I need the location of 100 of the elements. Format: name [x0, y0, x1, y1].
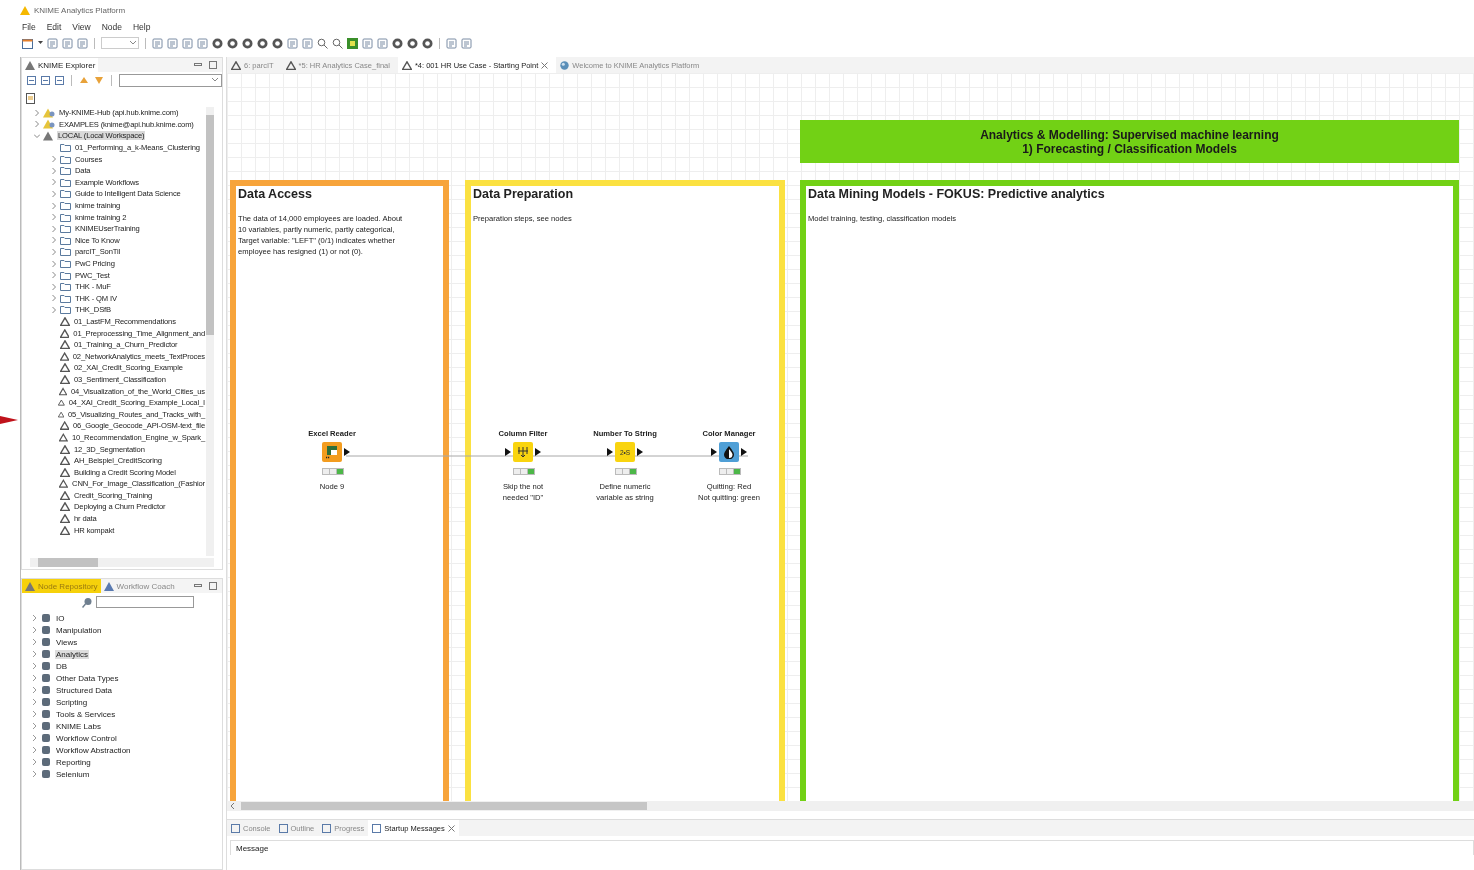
- output-port-icon: [535, 448, 541, 456]
- execute-icon[interactable]: [272, 37, 283, 49]
- folder-icon: [60, 247, 71, 257]
- scroll-left-icon[interactable]: [230, 803, 235, 809]
- category-item[interactable]: Manipulation: [55, 625, 103, 635]
- toolbar-icon[interactable]: [62, 37, 73, 49]
- explorer-tab[interactable]: KNIME Explorer: [22, 58, 99, 72]
- folder-icon: [60, 143, 71, 153]
- minimize-icon[interactable]: [194, 583, 202, 589]
- close-icon[interactable]: [447, 824, 455, 832]
- folder-icon: [60, 270, 71, 280]
- folder-icon: [60, 177, 71, 187]
- zoom-dropdown[interactable]: [101, 37, 139, 49]
- folder-icon: [60, 201, 71, 211]
- category-item[interactable]: Reporting: [55, 757, 92, 767]
- workflow-icon: [60, 317, 70, 326]
- close-icon[interactable]: [541, 61, 549, 69]
- folder-icon: [60, 282, 71, 292]
- panel-tab[interactable]: Workflow Coach: [100, 579, 178, 593]
- tree-toggle-icon[interactable]: [41, 75, 50, 85]
- category-item[interactable]: IO: [55, 613, 66, 623]
- category-item[interactable]: Workflow Abstraction: [55, 745, 132, 755]
- toolbar-icon[interactable]: [446, 37, 457, 49]
- execute-icon[interactable]: [422, 37, 433, 49]
- search-field[interactable]: [96, 596, 194, 608]
- output-port-icon: [344, 448, 350, 456]
- execute-icon[interactable]: [392, 37, 403, 49]
- maximize-icon[interactable]: [209, 582, 217, 590]
- workflow-icon: [401, 60, 412, 70]
- scrollbar-thumb[interactable]: [38, 558, 98, 567]
- caret-icon[interactable]: [38, 41, 43, 45]
- folder-icon: [60, 293, 71, 303]
- toolbar-icon[interactable]: [77, 37, 88, 49]
- minimize-icon[interactable]: [194, 62, 202, 68]
- scrollbar[interactable]: [227, 801, 1474, 811]
- folder-icon: [60, 154, 71, 164]
- filter-dropdown[interactable]: [119, 73, 222, 87]
- scrollbar[interactable]: [206, 107, 214, 556]
- repository-icon: [25, 581, 35, 591]
- menu-item[interactable]: Help: [132, 22, 151, 32]
- annotation-heading: Analytics & Modelling: Supervised machine learning: [980, 127, 1279, 142]
- new-file-icon[interactable]: [22, 37, 34, 49]
- toolbar-icon[interactable]: [152, 37, 163, 49]
- menu-item[interactable]: Edit: [46, 22, 62, 32]
- pointer-arrow-icon: [0, 414, 18, 426]
- node-icon[interactable]: [719, 442, 739, 462]
- search-icon[interactable]: [317, 37, 328, 49]
- category-item[interactable]: Selenium: [55, 769, 91, 779]
- search-icon[interactable]: [332, 37, 343, 49]
- knime-logo-icon: [20, 5, 30, 15]
- annotation-title: Data Preparation: [473, 187, 574, 201]
- window-title: KNIME Analytics Platform: [34, 5, 126, 15]
- toolbar-icon[interactable]: [461, 37, 472, 49]
- execute-icon[interactable]: [242, 37, 253, 49]
- execute-icon[interactable]: [227, 37, 238, 49]
- folder-icon: [60, 189, 71, 199]
- scrollbar-thumb[interactable]: [206, 115, 214, 335]
- input-port-icon: [505, 448, 511, 456]
- annotation-title: Data Mining Models - FOKUS: Predictive analytics: [808, 187, 1105, 201]
- node-icon[interactable]: [513, 442, 533, 462]
- node-icon[interactable]: [322, 442, 342, 462]
- category-item[interactable]: Views: [55, 637, 79, 647]
- menu-item[interactable]: File: [22, 22, 36, 32]
- view-icon: [278, 823, 288, 833]
- category-item[interactable]: Workflow Control: [55, 733, 118, 743]
- tree-toggle-icon[interactable]: [27, 75, 36, 85]
- search-icon[interactable]: [82, 596, 93, 608]
- scrollbar-thumb[interactable]: [241, 802, 647, 810]
- globe-icon: [560, 60, 570, 70]
- category-item[interactable]: DB: [55, 661, 69, 671]
- node-icon[interactable]: [347, 37, 358, 49]
- scrollbar[interactable]: [30, 558, 214, 567]
- toolbar-icon[interactable]: [362, 37, 373, 49]
- tree-toggle-icon[interactable]: [55, 75, 64, 85]
- execute-icon[interactable]: [407, 37, 418, 49]
- category-item[interactable]: Tools & Services: [55, 709, 117, 719]
- execute-icon[interactable]: [212, 37, 223, 49]
- view-icon: [372, 823, 382, 833]
- column-header[interactable]: Message: [231, 843, 269, 853]
- annotation-heading: 1) Forecasting / Classification Models: [1022, 141, 1237, 156]
- category-item[interactable]: Other Data Types: [55, 673, 120, 683]
- toolbar-icon[interactable]: [167, 37, 178, 49]
- category-item[interactable]: Structured Data: [55, 685, 114, 695]
- folder-icon: [60, 305, 71, 315]
- toolbar-icon[interactable]: [182, 37, 193, 49]
- folder-icon: [60, 259, 71, 268]
- category-item[interactable]: KNIME Labs: [55, 721, 102, 731]
- execute-icon[interactable]: [257, 37, 268, 49]
- category-item[interactable]: Scripting: [55, 697, 89, 707]
- new-workflow-icon[interactable]: [26, 93, 36, 104]
- folder-icon: [60, 235, 71, 245]
- output-port-icon: [741, 448, 747, 456]
- explorer-icon: [25, 60, 35, 70]
- toolbar-icon[interactable]: [302, 37, 313, 49]
- workflow-icon: [285, 60, 296, 70]
- folder-icon: [60, 224, 71, 234]
- maximize-icon[interactable]: [209, 61, 217, 69]
- category-item[interactable]: Analytics: [55, 649, 89, 659]
- menu-item[interactable]: Node: [101, 22, 122, 32]
- menu-item[interactable]: View: [72, 22, 91, 32]
